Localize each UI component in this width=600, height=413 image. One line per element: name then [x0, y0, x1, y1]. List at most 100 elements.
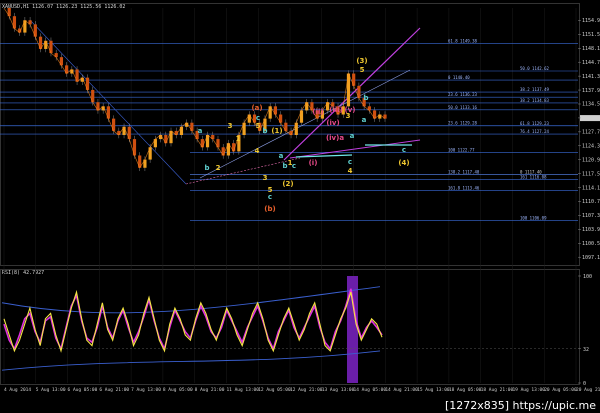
wave-label: (2)	[282, 180, 293, 188]
y-tick-label: 1110.77	[582, 199, 600, 205]
wave-label: a	[198, 127, 203, 135]
wave-label: (iv)	[326, 119, 339, 127]
wave-label: 1	[236, 135, 241, 143]
candle-body	[242, 122, 246, 135]
wave-label: 4	[348, 167, 353, 175]
x-tick-label: 8 Aug 21:00	[195, 387, 225, 393]
x-tick-label: 20 Aug 05:00	[544, 387, 577, 393]
wave-label: b	[204, 164, 209, 172]
fib-level-label: 0 1117.40	[520, 169, 542, 174]
wave-label: (ii)	[312, 108, 323, 116]
y-tick-label: 1141.37	[582, 74, 600, 80]
fib-level-label: 138.2 1117.40	[448, 169, 480, 174]
candle-body	[75, 69, 79, 82]
fib-level-label: 23.6 1136.23	[448, 92, 477, 97]
wave-label: (iv)a	[326, 134, 344, 142]
x-tick-label: 12 Aug 21:00	[290, 387, 323, 393]
y-tick-label: 1151.57	[582, 32, 600, 38]
y-tick-label: 1100.57	[582, 241, 600, 247]
wave-label: (i)	[309, 159, 318, 167]
candle-body	[106, 106, 110, 119]
candlesticks	[3, 4, 387, 172]
x-tick-label: 7 Aug 13:00	[131, 387, 161, 393]
x-tick-label: 5 Aug 13:00	[36, 387, 66, 393]
y-tick-label: 1124.37	[582, 143, 600, 149]
candle-body	[112, 118, 116, 131]
fib-level-label: 100 1106.09	[520, 216, 547, 221]
wave-label: (a)	[251, 104, 262, 112]
rsi-magenta-line	[3, 288, 383, 352]
y-tick-label: 1114.17	[582, 185, 600, 191]
price-axis: 1131.131154.971151.571148.171144.771141.…	[578, 18, 600, 261]
y-tick-label: 1107.37	[582, 213, 600, 219]
fib-level-label: 38.2 1137.49	[520, 87, 549, 92]
upper-channel-line	[283, 27, 421, 161]
wave-label: 5	[360, 66, 365, 74]
x-tick-label: 11 Aug 13:00	[226, 387, 259, 393]
rsi-tick-label: 100	[583, 274, 592, 280]
rsi-lower-band	[1, 350, 381, 371]
y-tick-label: 1131.17	[582, 116, 600, 122]
watermark: [1272x835] https://upic.me	[442, 399, 598, 412]
candle-body	[49, 40, 53, 54]
grid-layer	[3, 8, 577, 383]
wave-label: 3	[346, 112, 351, 120]
candle-body	[132, 139, 137, 156]
candle-body	[294, 122, 298, 135]
x-tick-label: 13 Aug 13:00	[322, 387, 355, 393]
wave-label: 4	[255, 147, 260, 155]
wave-label: 3	[263, 174, 268, 182]
fib-level-label: 23.6 1129.28	[448, 121, 477, 126]
fib-level-label: 161 1116.08	[520, 175, 547, 180]
wave-label: c	[402, 146, 406, 154]
candle-body	[23, 20, 27, 33]
y-tick-label: 1117.57	[582, 171, 600, 177]
fib-level-label: 50.0 1142.62	[520, 66, 549, 71]
wave-label: c	[348, 158, 352, 166]
trading-chart[interactable]: XAUUSD,H1 1126.07 1126.23 1125.56 1126.0…	[0, 0, 600, 413]
fib-level-label: 61.8 1149.38	[448, 38, 477, 43]
fib-level-label: 100 1122.77	[448, 147, 475, 152]
rsi-tick-label: 32	[583, 347, 589, 353]
wave-label: (1)	[271, 127, 282, 135]
wave-label: c	[268, 193, 272, 201]
blue-diagonal-line	[29, 19, 187, 185]
candle-body	[179, 126, 184, 135]
y-tick-label: 1134.57	[582, 102, 600, 108]
fib-level-label: 50.0 1133.16	[448, 105, 477, 110]
wave-label: b	[363, 94, 368, 102]
wave-label: (b)	[264, 205, 275, 213]
time-axis: 4 Aug 2014 5 Aug 13:00 6 Aug 05:00 6 Aug 21…	[4, 387, 600, 393]
rsi-panel-title: RSI(8) 42.7927	[2, 270, 44, 276]
wave-label: a	[279, 152, 284, 160]
rsi-tick-label: 0	[583, 381, 586, 387]
y-tick-label: 1127.77	[582, 130, 600, 136]
rsi-lines: 100 32 0	[1, 274, 592, 387]
rsi-highlight-band	[347, 276, 358, 383]
wave-label: b	[262, 127, 267, 135]
candle-body	[153, 139, 157, 148]
fib-level-label: 38.2 1134.83	[520, 98, 549, 103]
y-tick-label: 1097.17	[582, 255, 600, 261]
wave-label: c	[256, 114, 260, 122]
fib-level-label: 61.8 1129.23	[520, 121, 549, 126]
x-tick-label: 4 Aug 2014	[4, 387, 31, 393]
fib-level-label: 161.8 1113.46	[448, 185, 480, 190]
x-tick-label: 19 Aug 13:00	[512, 387, 545, 393]
rsi-upper-band	[1, 286, 381, 314]
x-tick-label: 6 Aug 05:00	[68, 387, 98, 393]
wave-label: (4)	[398, 159, 409, 167]
wave-label: 5	[256, 122, 261, 130]
wave-label: a	[350, 132, 355, 140]
wave-label: c	[292, 162, 296, 170]
fib-level-label: 0 1140.40	[448, 75, 470, 80]
chart-window: XAUUSD,H1 1126.07 1126.23 1125.56 1126.0…	[0, 0, 600, 413]
lower-channel-line	[289, 139, 421, 159]
x-tick-label: 18 Aug 05:00	[449, 387, 482, 393]
wave-label: a	[362, 116, 367, 124]
x-tick-label: 12 Aug 05:00	[258, 387, 291, 393]
fib-level-label: 76.4 1127.24	[520, 129, 549, 134]
x-tick-label: 8 Aug 05:00	[163, 387, 193, 393]
y-tick-label: 1148.17	[582, 46, 600, 52]
price-panel-title: XAUUSD,H1 1126.07 1126.23 1125.56 1126.0…	[2, 4, 125, 10]
